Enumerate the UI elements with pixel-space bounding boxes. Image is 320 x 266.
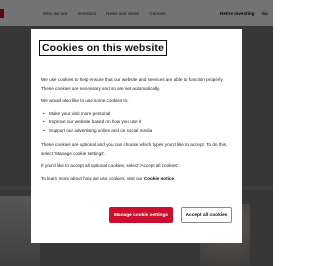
- cookie-intro-text: We use cookies to help ensure that our w…: [41, 77, 224, 91]
- cookie-dialog-body: We use cookies to help ensure that our w…: [41, 76, 237, 187]
- manage-cookie-settings-button[interactable]: Manage cookie settings: [109, 207, 173, 223]
- cookie-intro-list-lead: We would also like to use some cookies t…: [41, 98, 129, 103]
- learn-more-prefix: To learn more about how we use cookies, …: [41, 175, 144, 181]
- cookie-optional-text: These cookies are optional and you can c…: [41, 142, 228, 156]
- list-item: Support our advertising online and on so…: [43, 127, 237, 136]
- cookie-accept-text: If you'd like to accept all optional coo…: [41, 163, 180, 168]
- list-item: Improve our website based on how you use…: [43, 118, 237, 127]
- cookie-learn-more: To learn more about how we use cookies, …: [41, 175, 237, 184]
- cookie-purpose-list: Make your visit more personal Improve ou…: [41, 110, 237, 136]
- cookie-consent-dialog: Cookies on this website We use cookies t…: [31, 29, 242, 243]
- list-item: Make your visit more personal: [43, 110, 237, 119]
- cookie-notice-link[interactable]: Cookie notice: [144, 176, 174, 181]
- cookie-dialog-title: Cookies on this website: [39, 40, 167, 56]
- accept-all-cookies-button[interactable]: Accept all cookies: [181, 207, 232, 223]
- learn-more-suffix: .: [174, 175, 176, 181]
